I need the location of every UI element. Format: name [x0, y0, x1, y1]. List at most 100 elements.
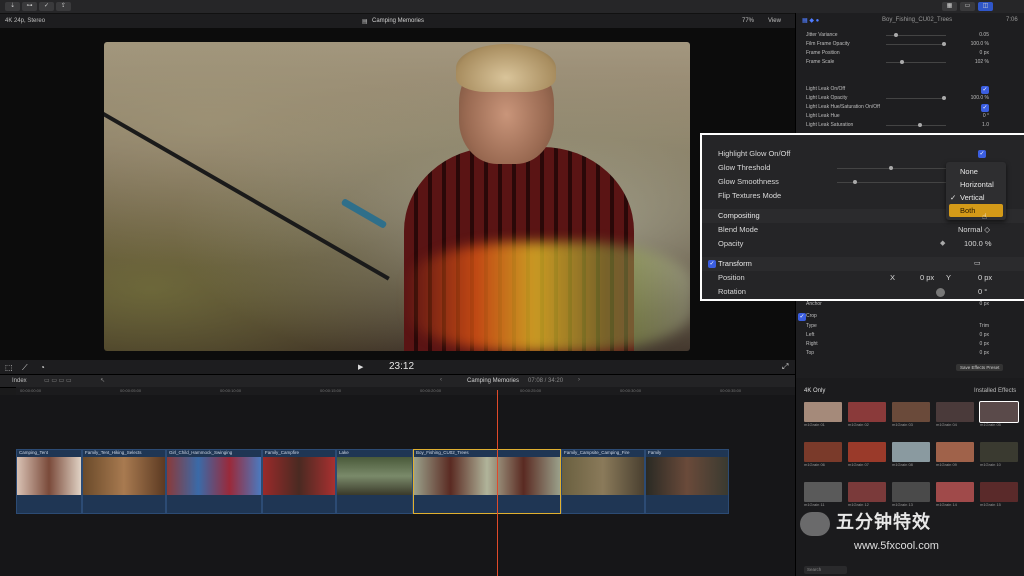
inspector-row[interactable]: Frame Position 0 px — [796, 49, 1024, 58]
save-effects-preset-button[interactable]: Save Effects Preset — [956, 364, 1004, 371]
effect-thumb[interactable]: m1Grain 10 — [980, 442, 1018, 467]
timeline-clip[interactable]: Family_Campsite_Camping_Fire — [561, 449, 645, 514]
index-button[interactable]: Index — [12, 378, 27, 384]
checkbox-icon: ✓ — [978, 150, 986, 158]
speed-tool-icon[interactable]: ◔ — [40, 363, 45, 372]
list-icon[interactable]: ▭ — [960, 2, 975, 11]
check-icon[interactable]: ✓ — [39, 2, 54, 11]
position-row[interactable]: Position X 0 px Y 0 px — [702, 271, 1024, 285]
clip-thumbnail — [337, 457, 412, 495]
effect-thumb[interactable]: m1Grain 02 — [848, 402, 886, 427]
timeline-clip[interactable]: Girl_Child_Hammock_Swinging — [166, 449, 262, 514]
watermark-logo — [800, 512, 830, 536]
blend-mode-dropdown[interactable]: Normal ◇ — [958, 223, 990, 237]
clip-thumbnail — [17, 457, 81, 495]
position-x-value[interactable]: 0 px — [920, 271, 934, 285]
effect-thumb[interactable]: m1Grain 13 — [892, 482, 930, 507]
opacity-value[interactable]: 100.0 % — [964, 237, 992, 251]
effect-thumb[interactable]: m1Grain 04 — [936, 402, 974, 427]
inspector-row[interactable]: Light Leak Hue 0 ° — [796, 112, 1024, 121]
playhead[interactable] — [497, 390, 498, 576]
play-icon[interactable]: ▶ — [358, 363, 363, 371]
opacity-slider-knob: ◆ — [940, 240, 946, 247]
video-inspector-icon[interactable]: ▦ ◆ ● — [802, 17, 819, 24]
effect-thumb[interactable]: m1Grain 14 — [936, 482, 974, 507]
clip-thumbnail — [562, 457, 644, 495]
select-tool-icon[interactable]: ↖ — [100, 377, 105, 384]
viewer-transport: ⬚ ⟋ ◔ ▶ 23:12 ⤢ — [0, 360, 795, 375]
clapper-icon: ▤ — [362, 19, 368, 25]
clip-appearance-icons[interactable]: ▭ ▭ ▭ ▭ — [44, 377, 72, 384]
blend-mode-row[interactable]: Blend Mode Normal ◇ — [702, 223, 1024, 237]
inspector-icon[interactable]: ◫ — [978, 2, 993, 11]
inspector-row[interactable]: ✓ Crop — [796, 312, 1024, 321]
video-frame[interactable] — [104, 42, 690, 351]
effect-thumb[interactable]: m1Grain 09 — [936, 442, 974, 467]
zoom-dropdown[interactable]: 77% — [742, 18, 754, 24]
inspector-row[interactable]: Left 0 px — [796, 331, 1024, 340]
inspector-row[interactable]: Frame Scale 102 % — [796, 58, 1024, 67]
rotation-dial[interactable] — [936, 288, 945, 297]
app-toolbar: ⇣ ⊶ ✓ ⇪ ▦ ▭ ◫ — [0, 0, 1024, 14]
viewer-header: 4K 24p, Stereo ▤ Camping Memories 77% Vi… — [0, 14, 795, 28]
checkmark-icon: ✓ — [950, 193, 957, 202]
effect-thumb[interactable]: m1Grain 08 — [892, 442, 930, 467]
inspector-row[interactable]: Film Frame Opacity 100.0 % — [796, 40, 1024, 49]
menu-item-vertical[interactable]: ✓ Vertical — [946, 191, 1006, 204]
effect-thumb[interactable]: m1Grain 12 — [848, 482, 886, 507]
opacity-row[interactable]: Opacity ◆ 100.0 % — [702, 237, 1024, 251]
effect-thumb[interactable]: m1Grain 07 — [848, 442, 886, 467]
checkbox-icon: ✓ — [798, 313, 806, 321]
inspector-row[interactable]: Light Leak On/Off ✓ — [796, 85, 1024, 94]
search-field[interactable]: Search — [804, 566, 847, 574]
timeline-clip[interactable]: Family — [645, 449, 729, 514]
inspector-row[interactable]: Jitter Variance 0.05 — [796, 31, 1024, 40]
checkbox-icon: ✓ — [981, 104, 989, 112]
position-y-value[interactable]: 0 px — [978, 271, 992, 285]
keywords-icon[interactable]: ⊶ — [22, 2, 37, 11]
inspector-row[interactable]: Light Leak Saturation 1.0 — [796, 121, 1024, 130]
inspector-row[interactable]: Type Trim — [796, 322, 1024, 331]
highlight-glow-row[interactable]: Highlight Glow On/Off ✓ — [702, 147, 1024, 161]
timeline-clip[interactable]: Family_Campfire — [262, 449, 336, 514]
menu-item-both[interactable]: Both — [949, 204, 1003, 217]
project-title[interactable]: Camping Memories — [467, 378, 519, 384]
menu-item-horizontal[interactable]: Horizontal — [946, 178, 1006, 191]
effect-thumb[interactable]: m1Grain 03 — [892, 402, 930, 427]
fullscreen-icon[interactable]: ⤢ — [782, 362, 788, 372]
inspector-row[interactable]: Anchor 0 px — [796, 300, 1024, 309]
timeline-clip[interactable]: Lake — [336, 449, 413, 514]
wand-tool-icon[interactable]: ⟋ — [22, 363, 28, 373]
browser-category[interactable]: 4K Only — [804, 388, 825, 394]
share-icon[interactable]: ⇪ — [56, 2, 71, 11]
transform-tool-icon[interactable]: ⬚ — [5, 363, 13, 372]
cursor-icon: ☝ — [982, 212, 987, 221]
timeline-ruler[interactable]: 00:00:00:00 00:00:05:00 00:00:10:00 00:0… — [16, 387, 795, 395]
menu-item-none[interactable]: None — [946, 165, 1006, 178]
inspector-row[interactable]: Light Leak Opacity 100.0 % — [796, 94, 1024, 103]
back-icon[interactable]: ‹ — [440, 377, 442, 383]
timecode: 23:12 — [389, 361, 415, 372]
timeline-clip-selected[interactable]: Boy_Fishing_CU02_Trees — [413, 449, 561, 514]
forward-icon[interactable]: › — [578, 377, 580, 383]
inspector-duration: 7:06 — [1006, 17, 1018, 23]
inspector-row[interactable]: Right 0 px — [796, 340, 1024, 349]
rotation-row[interactable]: Rotation 0 ° — [702, 285, 1024, 299]
effect-thumb[interactable]: m1Grain 06 — [804, 442, 842, 467]
rotation-value[interactable]: 0 ° — [978, 285, 987, 299]
view-dropdown[interactable]: View — [768, 18, 781, 24]
fishing-rod — [104, 112, 390, 281]
effect-thumb[interactable]: m1Grain 11 — [804, 482, 842, 507]
timeline-clip[interactable]: Family_Tent_Hiking_Selects — [82, 449, 166, 514]
inspector-row[interactable]: Light Leak Hue/Saturation On/Off ✓ — [796, 103, 1024, 112]
import-icon[interactable]: ⇣ — [5, 2, 20, 11]
grid-icon[interactable]: ▦ — [942, 2, 957, 11]
transform-section[interactable]: ✓ Transform ▭ — [702, 257, 1024, 271]
timeline-clip[interactable]: Camping_Tent — [16, 449, 82, 514]
onscreen-controls-icon[interactable]: ▭ — [974, 257, 981, 271]
effect-thumb-selected[interactable]: m1Grain 05 — [979, 401, 1019, 427]
installed-effects-dropdown[interactable]: Installed Effects — [974, 388, 1016, 394]
inspector-row[interactable]: Top 0 px — [796, 349, 1024, 358]
effect-thumb[interactable]: m1Grain 01 — [804, 402, 842, 427]
effect-thumb[interactable]: m1Grain 15 — [980, 482, 1018, 507]
